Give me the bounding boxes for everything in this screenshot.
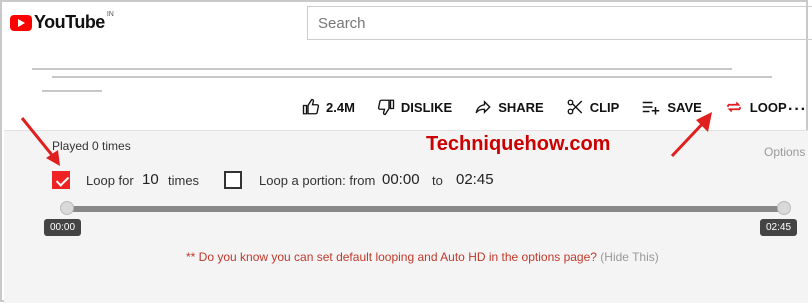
hide-this-link[interactable]: (Hide This) [600, 250, 658, 264]
loop-portion-checkbox[interactable] [224, 171, 242, 189]
brand-name: YouTube [34, 12, 105, 32]
like-count: 2.4M [326, 99, 355, 115]
share-label: SHARE [498, 99, 544, 115]
tip-message: ** Do you know you can set default loopi… [186, 250, 659, 264]
loop-icon [726, 101, 741, 113]
share-button[interactable]: SHARE [474, 98, 544, 116]
scissors-icon [567, 99, 582, 115]
portion-to-input[interactable]: 02:45 [456, 171, 494, 188]
youtube-logo[interactable]: YouTube IN [10, 11, 114, 33]
clip-button[interactable]: CLIP [566, 98, 620, 116]
slider-end-handle[interactable] [777, 201, 791, 215]
dislike-label: DISLIKE [400, 99, 453, 115]
loop-count-input[interactable]: 10 [142, 171, 159, 188]
to-label: to [432, 173, 443, 188]
loop-portion-label: Loop a portion: from [259, 173, 376, 188]
options-link[interactable]: Options [764, 145, 805, 159]
thumbs-up-icon [302, 98, 320, 115]
brand-region: IN [106, 11, 114, 18]
youtube-logo-icon [10, 14, 32, 31]
tip-text: ** Do you know you can set default loopi… [186, 250, 597, 264]
loop-label: LOOP [749, 99, 787, 115]
loop-range-slider[interactable] [67, 206, 783, 212]
search-placeholder: Search [318, 14, 366, 32]
thumbs-down-icon [377, 99, 395, 116]
search-input[interactable]: Search [307, 6, 812, 40]
more-icon[interactable]: ··· [788, 101, 807, 119]
start-time-tooltip: 00:00 [44, 219, 82, 236]
loop-button[interactable]: LOOP [724, 98, 787, 116]
window-frame: YouTube IN Search 2.4M DISLIKE SHARE CLI… [0, 0, 812, 303]
slider-start-handle[interactable] [60, 201, 74, 215]
annotation-arrow-left [20, 117, 60, 166]
share-icon [475, 100, 491, 114]
portion-from-input[interactable]: 00:00 [382, 171, 420, 188]
clip-label: CLIP [589, 99, 620, 115]
like-button[interactable]: 2.4M [302, 98, 355, 116]
playlist-add-icon [643, 101, 660, 115]
dislike-button[interactable]: DISLIKE [377, 98, 452, 116]
loop-for-label: Loop for [86, 173, 134, 188]
end-time-tooltip: 02:45 [760, 219, 798, 236]
video-actions: 2.4M DISLIKE SHARE CLIP SAVE LOOP [302, 95, 809, 119]
times-label: times [168, 173, 200, 188]
watermark: Techniquehow.com [426, 133, 611, 155]
annotation-arrow-right [670, 112, 712, 158]
